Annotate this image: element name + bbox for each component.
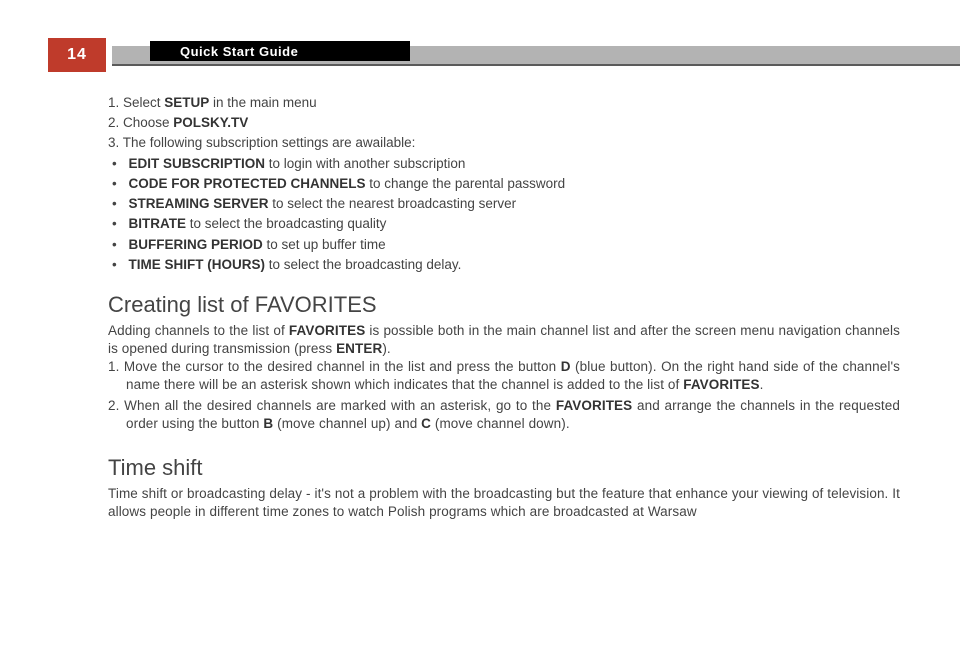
timeshift-body: Time shift or broadcasting delay - it's … (108, 485, 900, 521)
bullet-term: TIME SHIFT (HOURS) (129, 257, 266, 272)
bullet-timeshift: TIME SHIFT (HOURS) to select the broadca… (108, 256, 900, 274)
text: to select the broadcasting delay. (265, 257, 461, 272)
polsky-term: POLSKY.TV (173, 115, 248, 130)
favorites-term: FAVORITES (683, 377, 759, 392)
favorites-intro: Adding channels to the list of FAVORITES… (108, 322, 900, 358)
bullet-buffering: BUFFERING PERIOD to set up buffer time (108, 236, 900, 254)
text: to set up buffer time (263, 237, 386, 252)
step-3: 3. The following subscription settings a… (108, 134, 900, 152)
text: in the main menu (209, 95, 316, 110)
text: to select the nearest broadcasting serve… (269, 196, 517, 211)
favorites-heading: Creating list of FAVORITES (108, 290, 900, 320)
favorites-term: FAVORITES (289, 323, 365, 338)
step-2: 2. Choose POLSKY.TV (108, 114, 900, 132)
page-number-tab: 14 (48, 38, 106, 72)
bullet-term: EDIT SUBSCRIPTION (129, 156, 266, 171)
text: ). (382, 341, 390, 356)
bullet-edit-subscription: EDIT SUBSCRIPTION to login with another … (108, 155, 900, 173)
header-underline (112, 64, 960, 66)
bullet-term: STREAMING SERVER (129, 196, 269, 211)
bullet-code-protected: CODE FOR PROTECTED CHANNELS to change th… (108, 175, 900, 193)
text: (move channel up) and (273, 416, 421, 431)
favorites-term: FAVORITES (556, 398, 632, 413)
text: . (760, 377, 764, 392)
favorites-step-2: 2. When all the desired channels are mar… (108, 397, 900, 433)
header-title-box: Quick Start Guide (150, 41, 410, 61)
button-b: B (263, 416, 273, 431)
bullet-term: BUFFERING PERIOD (129, 237, 263, 252)
text: to login with another subscription (265, 156, 465, 171)
text: 2. When all the desired channels are mar… (108, 398, 556, 413)
enter-term: ENTER (336, 341, 382, 356)
setup-term: SETUP (164, 95, 209, 110)
button-c: C (421, 416, 431, 431)
favorites-step-1: 1. Move the cursor to the desired channe… (108, 358, 900, 394)
header-bar: 14 Quick Start Guide (0, 38, 960, 66)
bullet-term: BITRATE (129, 216, 187, 231)
text: 2. Choose (108, 115, 173, 130)
button-d: D (561, 359, 571, 374)
text: 1. Move the cursor to the desired channe… (108, 359, 561, 374)
timeshift-heading: Time shift (108, 453, 900, 483)
bullet-term: CODE FOR PROTECTED CHANNELS (129, 176, 366, 191)
bullet-bitrate: BITRATE to select the broadcasting quali… (108, 215, 900, 233)
text: to select the broadcasting quality (186, 216, 386, 231)
text: 1. Select (108, 95, 164, 110)
page-content: 1. Select SETUP in the main menu 2. Choo… (108, 94, 900, 521)
text: to change the parental password (366, 176, 566, 191)
text: Adding channels to the list of (108, 323, 289, 338)
step-1: 1. Select SETUP in the main menu (108, 94, 900, 112)
text: (move channel down). (431, 416, 570, 431)
bullet-streaming-server: STREAMING SERVER to select the nearest b… (108, 195, 900, 213)
